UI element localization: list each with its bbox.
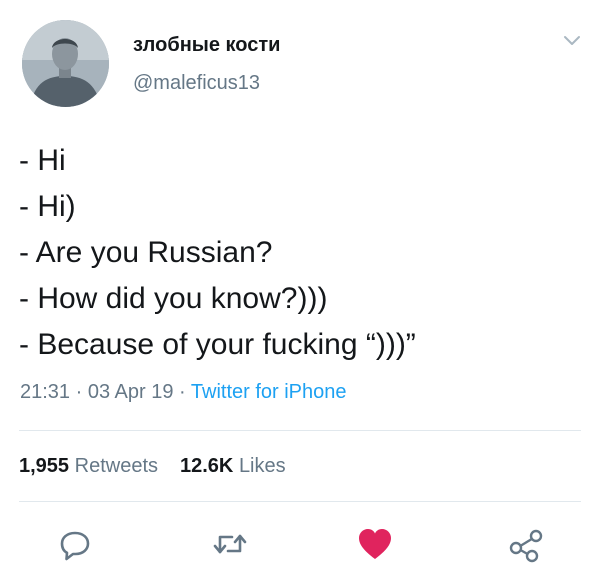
tweet-line: - Hi): [19, 190, 76, 223]
action-bar: [0, 524, 600, 564]
avatar[interactable]: [22, 20, 109, 107]
retweets-count: 1,955: [19, 455, 70, 477]
tweet-line: - Are you Russian?: [19, 236, 273, 269]
chevron-down-icon[interactable]: [562, 34, 582, 48]
likes-label: Likes: [238, 455, 286, 477]
retweet-button[interactable]: [210, 524, 250, 564]
heart-icon: [359, 529, 391, 559]
reply-button[interactable]: [55, 524, 95, 564]
tweet-date[interactable]: 03 Apr 19: [88, 381, 174, 403]
tweet-line: - Hi: [19, 144, 66, 177]
divider: [19, 501, 581, 502]
retweets-label: Retweets: [74, 455, 158, 477]
retweets-stat[interactable]: 1,955 Retweets: [19, 455, 158, 477]
likes-stat[interactable]: 12.6K Likes: [180, 455, 286, 477]
reply-icon: [60, 531, 90, 561]
tweet-line: - Because of your fucking “)))”: [19, 328, 416, 361]
share-button[interactable]: [506, 524, 546, 564]
tweet-line: - How did you know?))): [19, 282, 328, 315]
user-handle[interactable]: @maleficus13: [133, 72, 260, 95]
likes-count: 12.6K: [180, 455, 234, 477]
meta-separator: ·: [70, 381, 88, 403]
tweet-source-link[interactable]: Twitter for iPhone: [191, 381, 347, 403]
share-icon: [509, 529, 543, 563]
tweet-card: злобные кости @maleficus13 - Hi - Hi) - …: [0, 0, 600, 584]
like-button[interactable]: [355, 524, 395, 564]
meta-separator: ·: [173, 381, 191, 403]
tweet-meta: 21:31 · 03 Apr 19 · Twitter for iPhone: [20, 381, 347, 404]
tweet-stats: 1,955 Retweets 12.6K Likes: [19, 455, 286, 478]
divider: [19, 430, 581, 431]
tweet-time[interactable]: 21:31: [20, 381, 70, 403]
retweet-icon: [213, 534, 247, 554]
display-name[interactable]: злобные кости: [133, 34, 280, 57]
tweet-text: - Hi - Hi) - Are you Russian? - How did …: [19, 138, 416, 368]
